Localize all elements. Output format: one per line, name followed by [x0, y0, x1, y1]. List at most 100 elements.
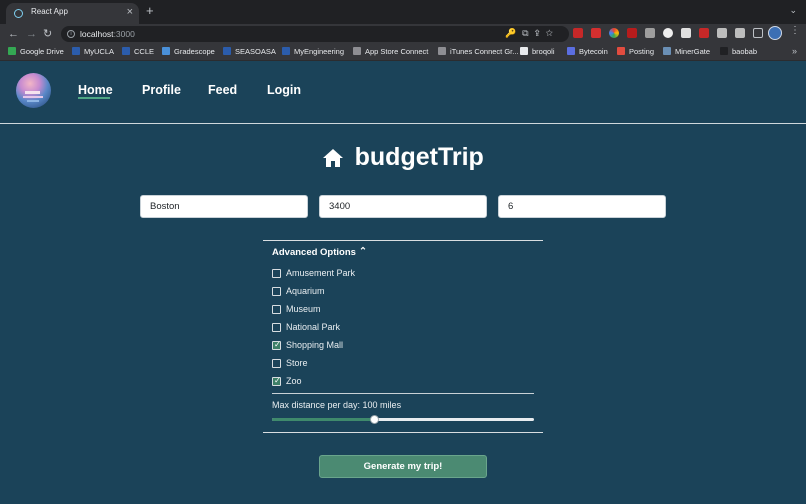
bookmark-label: MyEngineering [294, 47, 345, 56]
option-label: Amusement Park [286, 268, 356, 278]
bookmark-item[interactable]: App Store Connect [353, 47, 428, 56]
option-checkbox[interactable] [272, 305, 281, 314]
slider-fill [272, 418, 375, 421]
bookmark-favicon-icon [223, 47, 231, 55]
bookmark-item[interactable]: MyEngineering [282, 47, 344, 56]
distance-slider[interactable] [272, 415, 534, 424]
browser-tab[interactable]: React App × [6, 3, 139, 24]
bookmark-item[interactable]: Google Drive [8, 47, 64, 56]
bookmark-item[interactable]: Posting [617, 47, 654, 56]
extension-icon[interactable] [699, 28, 709, 38]
extension-icon[interactable] [627, 28, 637, 38]
extension-icon[interactable] [645, 28, 655, 38]
option-checkbox[interactable] [272, 323, 281, 332]
bookmark-label: Posting [629, 47, 655, 56]
bookmark-label: MyUCLA [84, 47, 115, 56]
option-checkbox[interactable]: ✓ [272, 376, 281, 386]
bookmark-label: SEASOASA [235, 47, 276, 56]
bookmark-favicon-icon [122, 47, 130, 55]
bookmark-item[interactable]: iTunes Connect Gr... [438, 47, 519, 56]
bookmark-favicon-icon [617, 47, 625, 55]
bookmark-favicon-icon [282, 47, 290, 55]
nav-link-home[interactable]: Home [78, 83, 113, 97]
advanced-divider-top [263, 240, 543, 241]
advanced-options-toggle[interactable]: Advanced Options ⌃ [272, 246, 367, 258]
url-text[interactable]: localhost:3000 [80, 29, 135, 39]
browser-tabstrip: React App × + ⌄ [0, 0, 806, 24]
options-divider [272, 393, 534, 394]
shield-icon[interactable] [717, 28, 727, 38]
browser-toolbar: ← → ↻ i localhost:3000 🔑⧉⇪☆ [0, 24, 806, 44]
extension-icon[interactable] [681, 28, 691, 38]
menu-icon[interactable]: ⋮ [790, 25, 800, 36]
option-label: Museum [286, 304, 321, 314]
bookmark-label: Google Drive [20, 47, 64, 56]
bookmark-item[interactable]: MinerGate [663, 47, 710, 56]
days-input[interactable] [498, 195, 666, 218]
bookmark-label: App Store Connect [365, 47, 429, 56]
page-title: budgetTrip [0, 143, 806, 173]
app-navbar [0, 61, 806, 123]
bookmarks-more-icon[interactable]: » [792, 46, 797, 56]
extension-icon[interactable] [591, 28, 601, 38]
bookmark-item[interactable]: MyUCLA [72, 47, 114, 56]
tab-close-icon[interactable]: × [127, 5, 133, 19]
budget-input[interactable] [319, 195, 487, 218]
option-checkbox[interactable] [272, 269, 281, 278]
nav-divider [0, 123, 806, 124]
bookmark-label: MinerGate [675, 47, 711, 56]
bookmark-item[interactable]: broqoli [520, 47, 555, 56]
puzzle-icon[interactable] [735, 28, 745, 38]
checkmark-icon: ✓ [274, 376, 281, 385]
tab-title: React App [31, 7, 68, 16]
forward-icon[interactable]: → [26, 26, 37, 42]
bookmark-item[interactable]: SEASOASA [223, 47, 276, 56]
sidebar-icon[interactable] [753, 28, 763, 38]
tab-search-icon[interactable]: ⌄ [789, 5, 797, 16]
bookmark-item[interactable]: CCLE [122, 47, 154, 56]
extension-icon[interactable] [573, 28, 583, 38]
option-checkbox[interactable] [272, 287, 281, 296]
advanced-options-label: Advanced Options [272, 247, 356, 258]
distance-label: Max distance per day: 100 miles [272, 400, 402, 410]
extension-icon[interactable] [663, 28, 673, 38]
bookmark-label: CCLE [134, 47, 155, 56]
bookmark-label: Bytecoin [579, 47, 608, 56]
reload-icon[interactable]: ↻ [43, 26, 52, 42]
new-tab-icon[interactable]: + [146, 4, 154, 18]
nav-link-login[interactable]: Login [267, 83, 301, 97]
bookmark-item[interactable]: Bytecoin [567, 47, 608, 56]
bookmark-favicon-icon [520, 47, 528, 55]
option-checkbox[interactable] [272, 359, 281, 368]
bookmarks-bar: » Google Drive MyUCLA CCLE Gradescope SEASOA… [0, 44, 806, 61]
profile-avatar[interactable] [768, 26, 782, 40]
generate-trip-button[interactable]: Generate my trip! [319, 455, 487, 478]
checkmark-icon: ✓ [274, 340, 281, 349]
site-info-icon[interactable]: i [67, 30, 75, 38]
option-label: Aquarium [286, 286, 325, 296]
option-checkbox[interactable]: ✓ [272, 340, 281, 350]
chevron-up-icon: ⌃ [358, 246, 367, 257]
nav-link-feed[interactable]: Feed [208, 83, 237, 97]
back-icon[interactable]: ← [8, 26, 19, 42]
destination-input[interactable] [140, 195, 308, 218]
bookmark-item[interactable]: Gradescope [162, 47, 215, 56]
omnibox-action-icons[interactable]: 🔑⧉⇪☆ [505, 28, 559, 39]
bookmark-label: iTunes Connect Gr... [450, 47, 519, 56]
bookmark-label: Gradescope [174, 47, 215, 56]
option-label: National Park [286, 322, 341, 332]
home-icon [323, 148, 344, 167]
brand-title: budgetTrip [354, 143, 484, 171]
bookmark-favicon-icon [353, 47, 361, 55]
advanced-divider-bottom [263, 432, 543, 433]
extension-icon[interactable] [609, 28, 619, 38]
active-nav-indicator [78, 97, 110, 99]
nav-link-profile[interactable]: Profile [142, 83, 181, 97]
app-logo[interactable] [16, 73, 51, 108]
bookmark-favicon-icon [72, 47, 80, 55]
bookmark-item[interactable]: baobab [720, 47, 757, 56]
option-label: Zoo [286, 376, 302, 386]
address-bar[interactable]: i localhost:3000 🔑⧉⇪☆ [61, 26, 569, 42]
slider-thumb[interactable] [369, 415, 379, 424]
option-label: Shopping Mall [286, 340, 344, 350]
